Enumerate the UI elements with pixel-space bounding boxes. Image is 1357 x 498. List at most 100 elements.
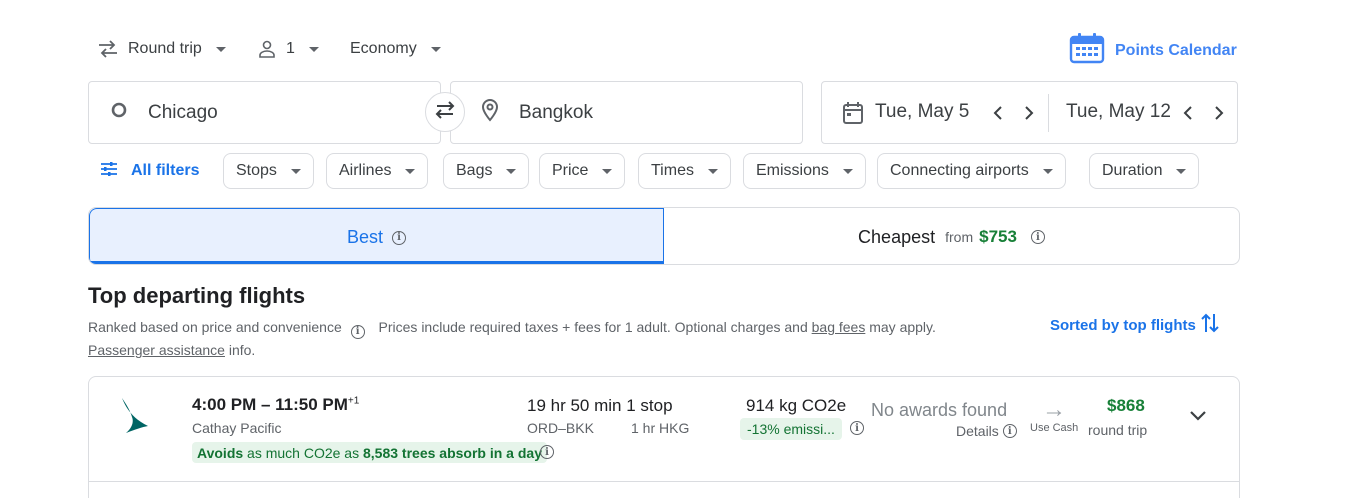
prices-text: Prices include required taxes + fees for…	[378, 319, 808, 335]
tab-cheapest[interactable]: Cheapest from $753 i	[664, 208, 1239, 264]
stops-text: 1 stop	[626, 396, 673, 415]
flight-price: $868	[1107, 396, 1145, 415]
cabin-class-label: Economy	[350, 40, 417, 57]
chevron-right-icon	[1025, 106, 1034, 120]
filter-bags[interactable]: Bags	[443, 153, 530, 189]
results-heading: Top departing flights	[88, 283, 306, 308]
tab-cheapest-label: Cheapest	[858, 226, 936, 247]
swap-arrows-icon	[98, 40, 118, 58]
tab-best[interactable]: Best i	[89, 208, 664, 264]
flight-times: 4:00 PM – 11:50 PM+1	[192, 395, 359, 415]
chevron-down-icon	[430, 46, 441, 52]
sort-tabs: Best i Cheapest from $753 i	[88, 207, 1240, 265]
emissions-badge: -13% emissi...	[740, 418, 842, 440]
all-filters-label: All filters	[131, 162, 200, 179]
sort-arrows-icon	[1201, 312, 1219, 338]
origin-circle-icon	[111, 102, 127, 124]
chevron-down-icon	[308, 46, 319, 52]
origin-value: Chicago	[148, 101, 218, 123]
chip-label: Duration	[1102, 162, 1163, 179]
points-calendar-label: Points Calendar	[1115, 41, 1237, 59]
eco-mid: as much CO2e as	[247, 444, 360, 461]
origin-field[interactable]: Chicago	[88, 81, 441, 144]
all-filters-button[interactable]: All filters	[100, 153, 199, 189]
depart-next-button[interactable]	[1015, 99, 1043, 127]
filter-connecting-airports[interactable]: Connecting airports	[877, 153, 1066, 189]
awards-status: No awards found	[871, 400, 1008, 420]
co2-value: 914 kg CO2e	[746, 396, 847, 415]
chevron-down-icon	[602, 168, 613, 174]
expand-flight-button[interactable]	[1186, 404, 1210, 428]
bag-fees-link[interactable]: bag fees	[812, 319, 866, 335]
cheapest-price: $753	[979, 227, 1017, 246]
chevron-left-icon	[993, 106, 1002, 120]
destination-field[interactable]: Bangkok	[450, 81, 803, 144]
chip-label: Bags	[456, 162, 493, 179]
chip-label: Emissions	[756, 162, 829, 179]
return-next-button[interactable]	[1205, 99, 1233, 127]
chevron-down-icon	[707, 168, 718, 174]
return-prev-button[interactable]	[1174, 99, 1202, 127]
tab-best-label: Best	[346, 227, 384, 247]
location-pin-icon	[481, 98, 499, 128]
info-icon: i	[1002, 424, 1017, 438]
chevron-down-icon	[506, 168, 517, 174]
trip-type-select[interactable]: Round trip	[98, 31, 226, 67]
chip-label: Airlines	[339, 162, 392, 179]
chip-label: Connecting airports	[890, 162, 1029, 179]
passenger-assistance-link[interactable]: Passenger assistance	[88, 342, 225, 358]
chevron-down-icon	[405, 168, 416, 174]
details-link[interactable]: Details i	[956, 423, 1017, 439]
info-icon[interactable]: i	[350, 325, 365, 339]
use-cash-label: Use Cash	[1030, 422, 1079, 434]
chevron-down-icon	[215, 46, 226, 52]
chip-label: Price	[552, 162, 589, 179]
trip-type-label: Round trip	[128, 40, 202, 57]
price-note: round trip	[1088, 422, 1148, 438]
chip-label: Stops	[236, 162, 277, 179]
filter-price[interactable]: Price	[539, 153, 626, 189]
info-icon[interactable]: i	[850, 421, 864, 435]
may-apply-text: may apply.	[869, 319, 936, 335]
times-text: 4:00 PM – 11:50 PM	[192, 395, 348, 414]
filter-duration[interactable]: Duration	[1089, 153, 1200, 189]
info-icon[interactable]: i	[392, 230, 407, 245]
passengers-select[interactable]: 1	[258, 31, 319, 67]
sort-button[interactable]: Sorted by top flights	[1050, 312, 1219, 338]
filter-stops[interactable]: Stops	[223, 153, 314, 189]
eco-trees: 8,583 trees absorb in a day	[363, 444, 542, 461]
filter-times[interactable]: Times	[638, 153, 731, 189]
eco-badge: Avoids as much CO2e as 8,583 trees absor…	[192, 442, 547, 463]
depart-prev-button[interactable]	[984, 99, 1012, 127]
person-icon	[258, 40, 276, 58]
swap-locations-button[interactable]	[425, 92, 465, 132]
ranked-text: Ranked based on price and convenience	[88, 319, 342, 335]
day-offset: +1	[347, 395, 360, 407]
destination-value: Bangkok	[519, 101, 593, 123]
filter-emissions[interactable]: Emissions	[743, 153, 866, 189]
card-divider	[88, 481, 1240, 482]
passengers-count: 1	[286, 40, 295, 57]
chevron-right-icon	[1215, 106, 1224, 120]
details-label: Details	[956, 423, 999, 439]
layover-info: 1 hr HKG	[631, 420, 690, 436]
chevron-left-icon	[1183, 106, 1192, 120]
sliders-icon	[100, 161, 118, 182]
filter-airlines[interactable]: Airlines	[326, 153, 429, 189]
points-calendar-link[interactable]: Points Calendar	[1069, 32, 1237, 69]
cabin-class-select[interactable]: Economy	[350, 31, 441, 67]
sort-label: Sorted by top flights	[1050, 316, 1196, 334]
info-icon[interactable]: i	[1030, 230, 1045, 244]
airline-name: Cathay Pacific	[192, 420, 282, 436]
eco-avoids: Avoids	[197, 444, 244, 461]
swap-icon	[433, 100, 457, 125]
duration-text: 19 hr 50 min	[527, 396, 622, 415]
tab-best-underline	[89, 261, 664, 264]
depart-date[interactable]: Tue, May 5	[875, 101, 969, 123]
info-icon[interactable]: i	[540, 445, 554, 459]
chevron-down-icon	[842, 168, 853, 174]
return-date[interactable]: Tue, May 12	[1066, 101, 1171, 123]
chip-label: Times	[651, 162, 694, 179]
chevron-down-icon	[1190, 411, 1206, 421]
results-subtext: Ranked based on price and convenience i …	[88, 316, 968, 361]
